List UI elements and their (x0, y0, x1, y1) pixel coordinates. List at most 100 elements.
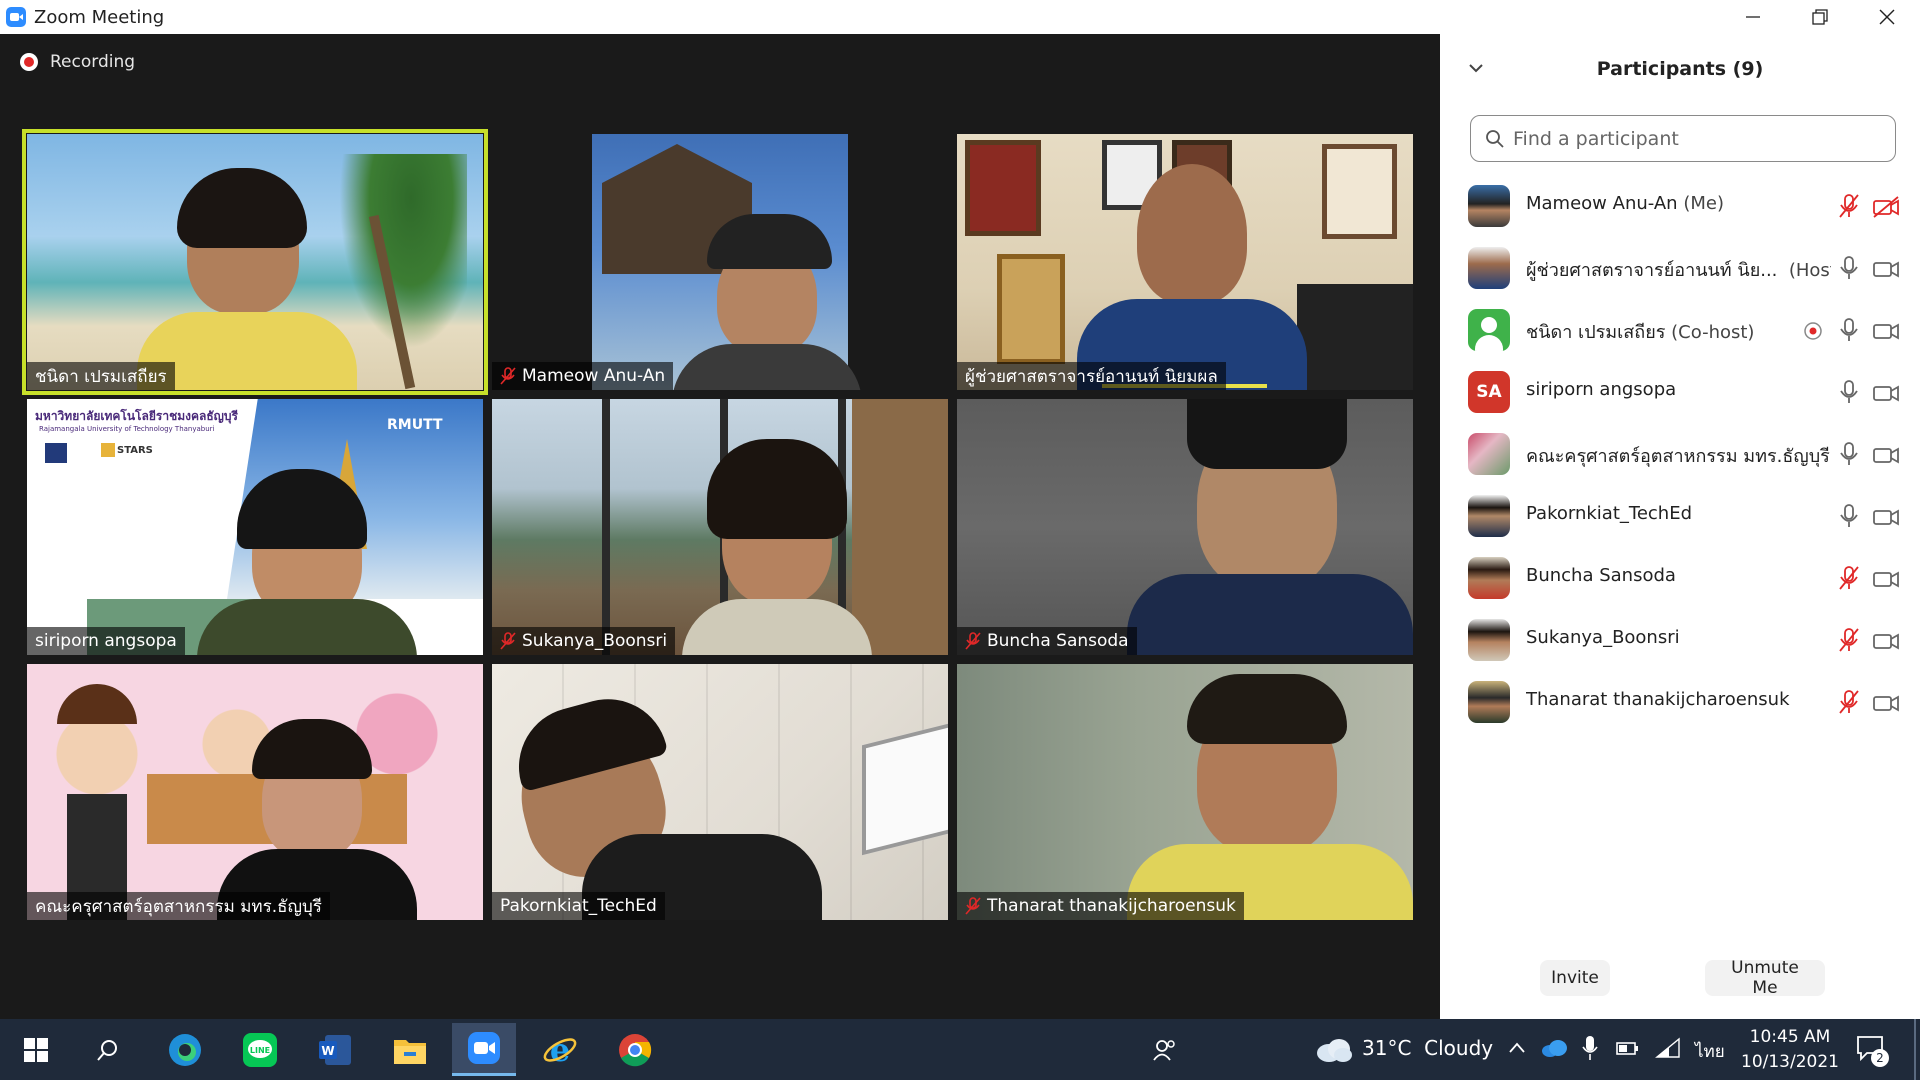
participant-row[interactable]: SA siriporn angsopa (1440, 362, 1920, 424)
search-icon (97, 1040, 117, 1061)
search-icon (1486, 129, 1504, 148)
onedrive-icon[interactable] (1540, 1037, 1568, 1059)
participant-row[interactable]: ผู้ช่วยศาสตราจารย์อานนท์ นิย... (Host) (1440, 238, 1920, 300)
people-icon (1153, 1040, 1175, 1061)
participant-row[interactable]: คณะครุศาสตร์อุตสาหกรรม มทร.ธัญบุรี (1440, 424, 1920, 486)
video-gallery: Recording ชนิดา เปรมเสถียร Mameow Anu-An (0, 34, 1440, 1019)
people-button[interactable] (1142, 1027, 1188, 1073)
minimize-icon (1746, 16, 1761, 18)
video-camera-icon[interactable] (1872, 257, 1900, 281)
svg-text:e: e (550, 1032, 570, 1068)
weather-text[interactable]: 31°C Cloudy (1362, 1036, 1493, 1060)
mic-icon[interactable] (1838, 255, 1860, 281)
avatar (1468, 185, 1510, 227)
clock-time: 10:45 AM (1749, 1027, 1831, 1047)
zoom-logo-icon (6, 7, 26, 27)
video-tile-active-speaker[interactable]: ชนิดา เปรมเสถียร (22, 129, 488, 395)
video-camera-icon[interactable] (1872, 629, 1900, 653)
mic-muted-icon[interactable] (1838, 565, 1860, 591)
tile-name-label: ผู้ช่วยศาสตราจารย์อานนท์ นิยมผล (957, 362, 1226, 390)
participant-name: คณะครุศาสตร์อุตสาหกรรม มทร.ธัญบุรี (1526, 446, 1830, 467)
taskbar-search-button[interactable] (85, 1027, 131, 1073)
zoom-app-window: Zoom Meeting Recording ชนิดา เปรมเสถียร (0, 0, 1920, 1080)
action-center-button[interactable]: 2 (1855, 1033, 1889, 1067)
video-tile[interactable]: Mameow Anu-An (492, 134, 948, 390)
video-tile[interactable]: Pakornkiat_TechEd (492, 664, 948, 920)
wifi-icon[interactable] (1655, 1037, 1681, 1059)
participant-row[interactable]: Mameow Anu-An (Me) (1440, 176, 1920, 238)
cloud-icon (1317, 1039, 1352, 1062)
video-camera-icon[interactable] (1872, 691, 1900, 715)
minimize-button[interactable] (1720, 0, 1787, 34)
language-indicator[interactable]: ไทย (1695, 1038, 1725, 1065)
clock-date: 10/13/2021 (1741, 1052, 1839, 1072)
mic-muted-icon (500, 632, 516, 650)
edge-icon (169, 1034, 201, 1066)
close-button[interactable] (1853, 0, 1920, 34)
mic-icon[interactable] (1838, 317, 1860, 343)
mic-icon[interactable] (1838, 441, 1860, 467)
video-off-icon[interactable] (1872, 195, 1900, 219)
mic-muted-icon[interactable] (1838, 627, 1860, 653)
participant-name: Pakornkiat_TechEd (1526, 503, 1692, 524)
taskbar-chrome[interactable] (612, 1027, 658, 1073)
taskbar-internet-explorer[interactable]: e (537, 1027, 583, 1073)
chevron-up-icon[interactable] (1508, 1041, 1526, 1055)
taskbar-line[interactable]: LINE (237, 1027, 283, 1073)
video-tile[interactable]: Thanarat thanakijcharoensuk (957, 664, 1413, 920)
participant-row[interactable]: Sukanya_Boonsri (1440, 610, 1920, 672)
video-tile[interactable]: Sukanya_Boonsri (492, 399, 948, 655)
video-tile[interactable]: ผู้ช่วยศาสตราจารย์อานนท์ นิยมผล (957, 134, 1413, 390)
participant-name: ชนิดา เปรมเสถียร (Co-host) (1526, 322, 1755, 343)
start-button[interactable] (13, 1027, 59, 1073)
tile-name-label: ชนิดา เปรมเสถียร (27, 362, 175, 390)
microphone-tray-icon[interactable] (1582, 1035, 1598, 1061)
participant-row[interactable]: Pakornkiat_TechEd (1440, 486, 1920, 548)
taskbar-word[interactable]: W (312, 1027, 358, 1073)
restore-button[interactable] (1787, 0, 1854, 34)
video-camera-icon[interactable] (1872, 443, 1900, 467)
search-input[interactable] (1513, 127, 1873, 150)
chevron-down-icon[interactable] (1466, 58, 1486, 78)
whiteboard-image (862, 722, 948, 856)
taskbar-zoom[interactable] (452, 1023, 516, 1076)
video-camera-icon[interactable] (1872, 381, 1900, 405)
tile-name-label: Sukanya_Boonsri (492, 627, 676, 655)
recording-indicator[interactable]: Recording (20, 52, 135, 72)
panel-title: Participants (9) (1596, 58, 1764, 80)
clock[interactable]: 10:45 AM 10/13/2021 (1730, 1025, 1850, 1075)
notification-badge: 2 (1871, 1049, 1889, 1067)
participant-row[interactable]: Thanarat thanakijcharoensuk (1440, 672, 1920, 734)
video-camera-icon[interactable] (1872, 567, 1900, 591)
mic-muted-icon[interactable] (1838, 689, 1860, 715)
mic-icon[interactable] (1838, 503, 1860, 529)
taskbar-file-explorer[interactable] (387, 1027, 433, 1073)
participant-search[interactable] (1470, 115, 1896, 162)
unmute-me-button[interactable]: Unmute Me (1705, 958, 1825, 998)
participant-row[interactable]: ชนิดา เปรมเสถียร (Co-host) (1440, 300, 1920, 362)
video-tile[interactable]: Buncha Sansoda (957, 399, 1413, 655)
default-avatar-icon (1468, 309, 1510, 351)
participant-name: siriporn angsopa (1526, 379, 1677, 400)
participant-list: Mameow Anu-An (Me) ผู้ช่วยศาสตราจารย์อาน… (1440, 176, 1920, 734)
avatar (1468, 557, 1510, 599)
taskbar-edge[interactable] (162, 1027, 208, 1073)
mic-icon[interactable] (1838, 379, 1860, 405)
participant-row[interactable]: Buncha Sansoda (1440, 548, 1920, 610)
video-tile[interactable]: มหาวิทยาลัยเทคโนโลยีราชมงคลธัญบุรี Rajam… (27, 399, 483, 655)
avatar-initials: SA (1468, 371, 1510, 413)
windows-taskbar: LINE W e 31°C Cloudy ไทย 10:45 AM 10/13/… (0, 1019, 1920, 1080)
mic-muted-icon[interactable] (1838, 193, 1860, 219)
video-tile[interactable]: คณะครุศาสตร์อุตสาหกรรม มทร.ธัญบุรี (27, 664, 483, 920)
video-camera-icon[interactable] (1872, 505, 1900, 529)
internet-explorer-icon: e (543, 1032, 577, 1068)
show-desktop-button[interactable] (1914, 1019, 1916, 1080)
mic-muted-icon (500, 367, 516, 385)
participants-panel: Participants (9) Mameow Anu-An (Me) ผู้ช… (1440, 34, 1920, 1019)
battery-icon[interactable] (1615, 1037, 1641, 1059)
mic-muted-icon (965, 632, 981, 650)
video-camera-icon[interactable] (1872, 319, 1900, 343)
tile-name-label: Buncha Sansoda (957, 627, 1137, 655)
slide-brand: RMUTT (387, 417, 443, 433)
invite-button[interactable]: Invite (1540, 960, 1610, 996)
